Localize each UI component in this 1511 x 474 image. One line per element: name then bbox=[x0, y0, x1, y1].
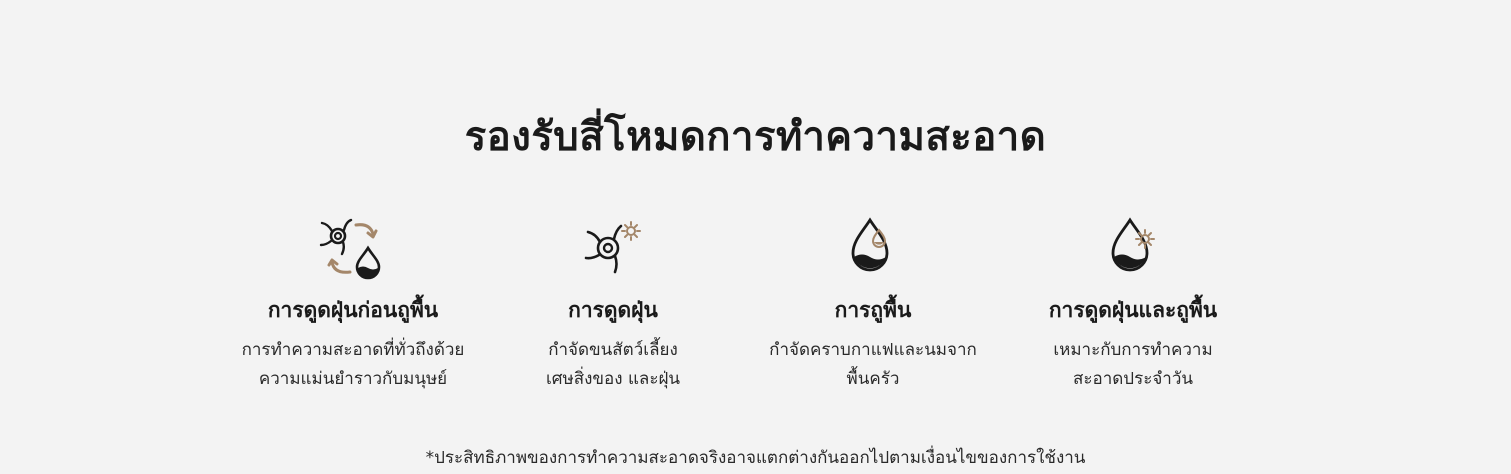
section-title: รองรับสี่โหมดการทำความสะอาด bbox=[464, 114, 1047, 160]
mode-vacuum: การดูดฝุ่น กำจัดขนสัตว์เลี้ยง เศษสิ่งของ… bbox=[483, 214, 743, 394]
mode-title: การดูดฝุ่นก่อนถูพื้น bbox=[267, 298, 439, 322]
mode-vacuum-then-mop: การดูดฝุ่นก่อนถูพื้น การทำความสะอาดที่ทั… bbox=[223, 214, 483, 394]
mode-desc-line: เศษสิ่งของ และฝุ่น bbox=[545, 369, 681, 389]
mode-desc-line: ความแม่นยำราวกับมนุษย์ bbox=[258, 369, 448, 389]
mode-description: กำจัดขนสัตว์เลี้ยง เศษสิ่งของ และฝุ่น bbox=[483, 336, 743, 394]
mode-desc-line: พื้นครัว bbox=[846, 369, 900, 389]
mode-title: การดูดฝุ่นและถูพื้น bbox=[1048, 298, 1218, 322]
mode-description: การทำความสะอาดที่ทั่วถึงด้วย ความแม่นยำร… bbox=[223, 336, 483, 394]
mode-mop: การถูพื้น กำจัดคราบกาแฟและนมจาก พื้นครัว bbox=[743, 214, 1003, 394]
mode-desc-line: เหมาะกับการทำความ bbox=[1053, 340, 1213, 360]
mode-desc-line: สะอาดประจำวัน bbox=[1072, 369, 1194, 389]
footnote: *ประสิทธิภาพของการทำความสะอาดจริงอาจแตกต… bbox=[425, 448, 1086, 468]
mode-title: การถูพื้น bbox=[834, 298, 912, 322]
cleaning-modes: การดูดฝุ่นก่อนถูพื้น การทำความสะอาดที่ทั… bbox=[223, 214, 1263, 394]
mode-title: การดูดฝุ่น bbox=[568, 298, 658, 322]
mode-desc-line: กำจัดคราบกาแฟและนมจาก bbox=[769, 340, 977, 360]
mode-desc-line: กำจัดขนสัตว์เลี้ยง bbox=[548, 340, 678, 360]
vacuum-then-mop-icon bbox=[319, 218, 381, 280]
vacuum-icon bbox=[584, 221, 641, 274]
vacuum-and-mop-icon bbox=[1111, 217, 1155, 272]
mode-vacuum-and-mop: การดูดฝุ่นและถูพื้น เหมาะกับการทำความ สะ… bbox=[1003, 214, 1263, 394]
mode-description: กำจัดคราบกาแฟและนมจาก พื้นครัว bbox=[743, 336, 1003, 394]
mode-desc-line: การทำความสะอาดที่ทั่วถึงด้วย bbox=[241, 340, 465, 360]
mop-icon bbox=[851, 217, 889, 272]
mode-description: เหมาะกับการทำความ สะอาดประจำวัน bbox=[1003, 336, 1263, 394]
